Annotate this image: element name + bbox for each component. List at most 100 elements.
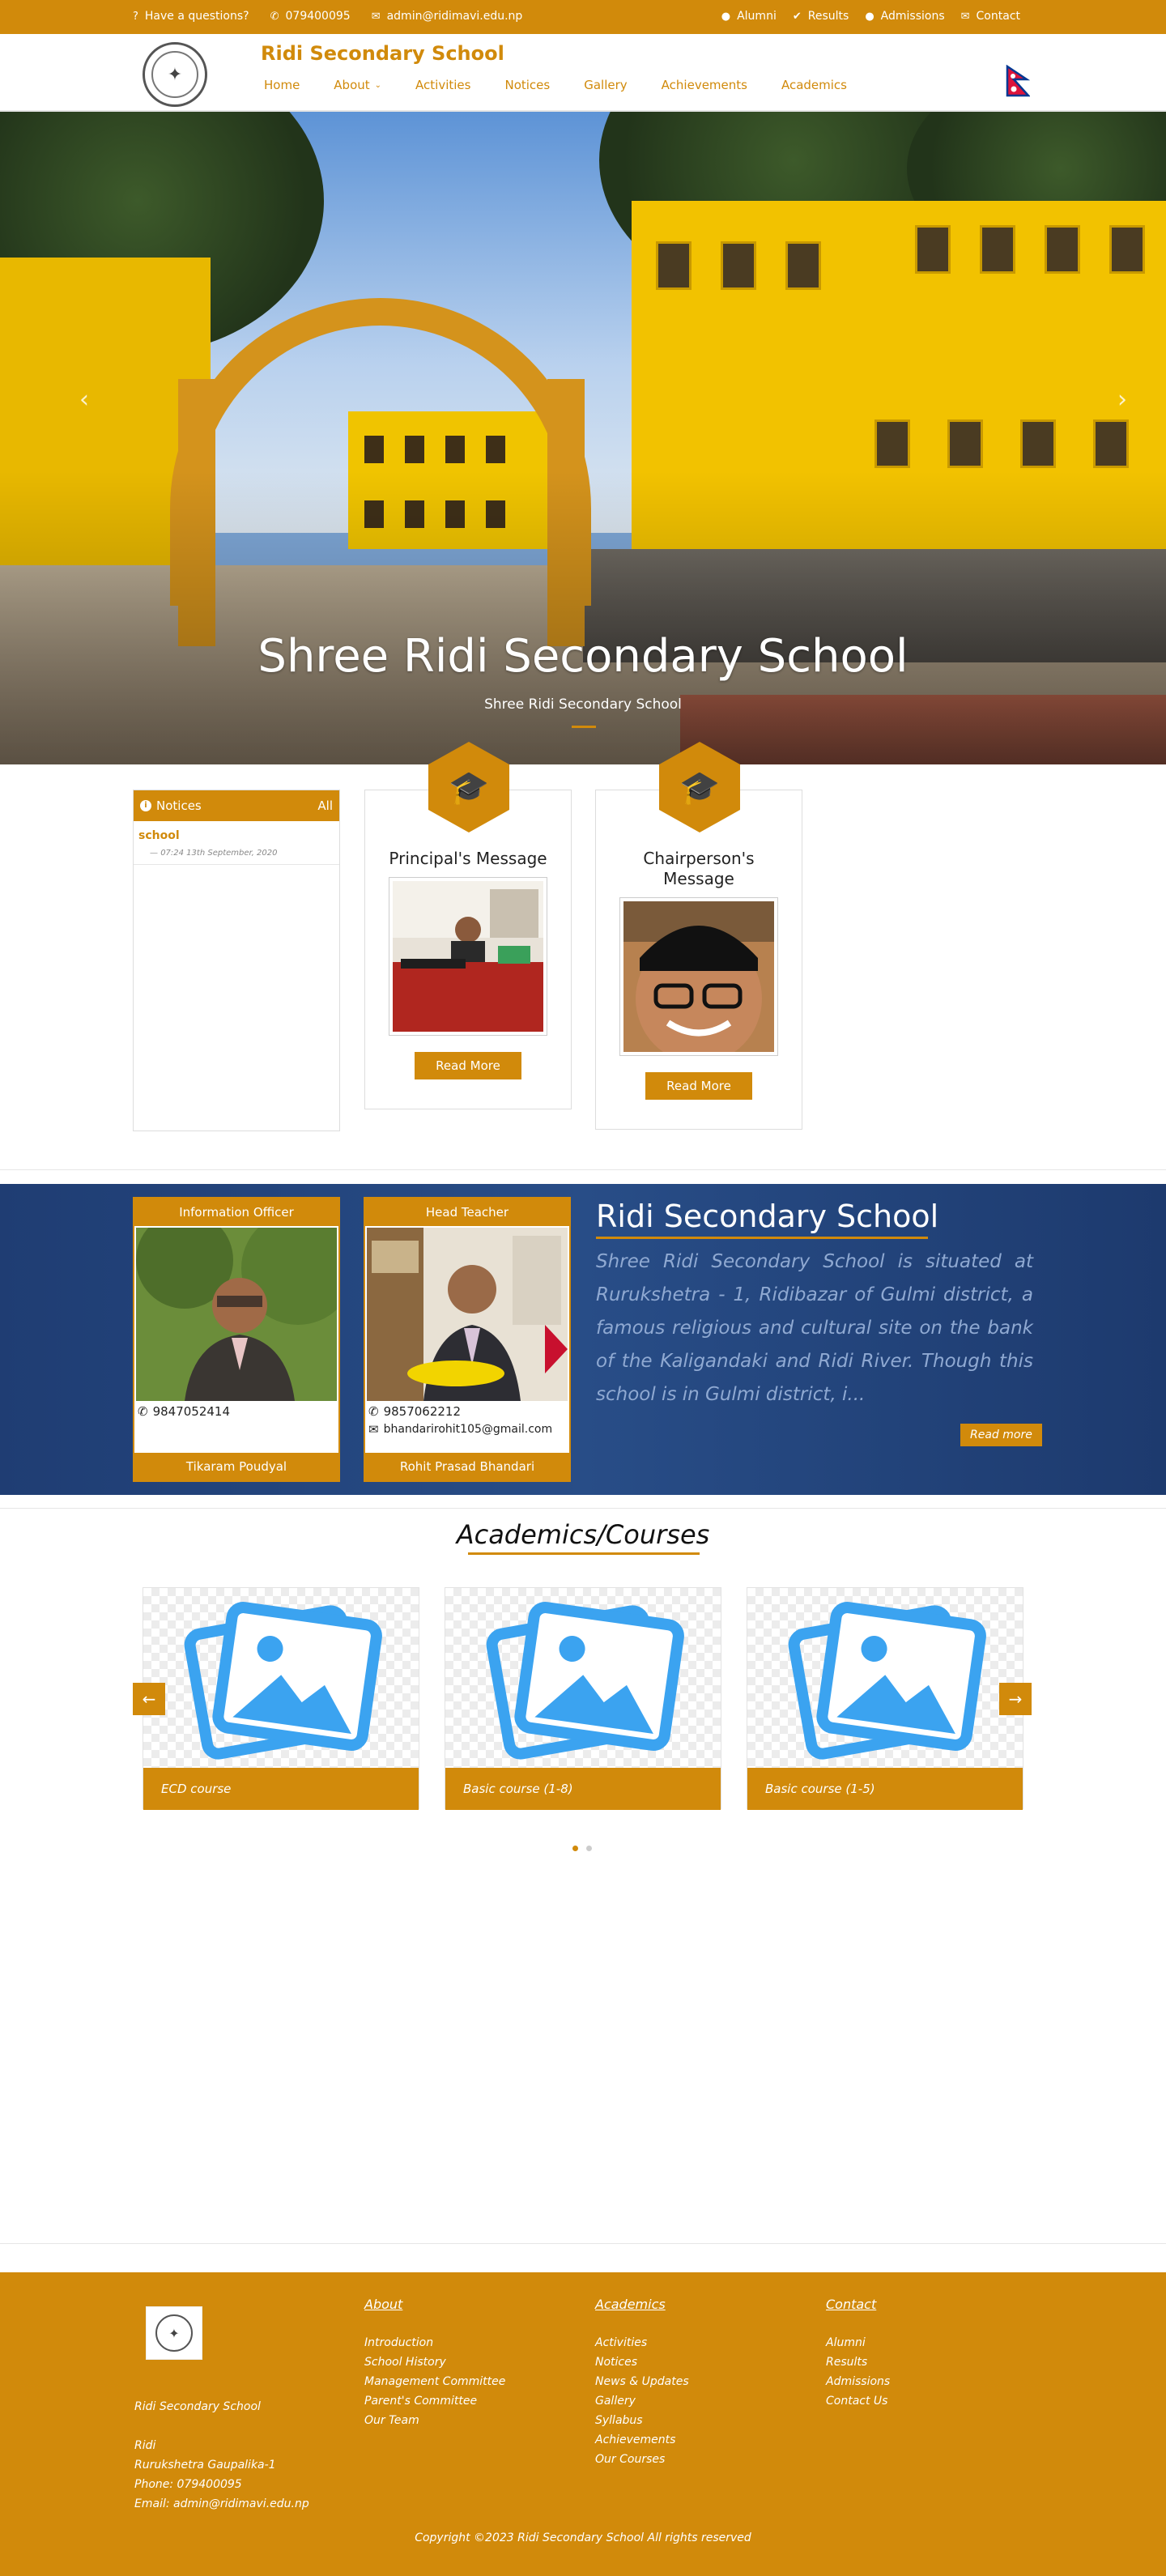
about-title: Ridi Secondary School [596,1199,939,1234]
footer-link[interactable]: Parent's Committee [364,2391,505,2411]
principal-message-card: 🎓 Principal's Message Read More [364,742,572,1109]
phone-item[interactable]: ✆ 079400095 [270,10,351,23]
footer-address-line: Phone: 079400095 [134,2478,242,2491]
course-card[interactable]: Basic course (1-5) [747,1587,1023,1810]
check-icon: ✔ [792,10,802,23]
footer-link[interactable]: Gallery [595,2391,689,2411]
nav-activities[interactable]: Activities [415,78,470,92]
footer-link[interactable]: Our Courses [595,2450,689,2469]
nav-label: Achievements [661,78,747,92]
notice-heading: Notices [156,798,202,813]
nav-achievements[interactable]: Achievements [662,78,747,92]
nav-label: Notices [504,78,551,92]
nav-academics[interactable]: Academics [781,78,847,92]
topbar-link-results[interactable]: ✔ Results [793,10,849,23]
course-title: ECD course [143,1768,419,1810]
question-item: ? Have a questions? [133,10,249,23]
footer-about-column: About Introduction School History Manage… [364,2297,505,2430]
chevron-left-icon[interactable]: ‹ [79,385,89,414]
carousel-prev-button[interactable]: ← [133,1683,165,1715]
footer-address-line: Email: admin@ridimavi.edu.np [134,2497,309,2510]
envelope-icon: ✉ [368,1422,379,1437]
notice-title[interactable]: school [138,829,334,842]
topbar-link-admissions[interactable]: ● Admissions [865,10,944,23]
footer-heading: About [364,2297,403,2312]
footer-address: Ridi Secondary School Ridi Rurukshetra G… [134,2397,309,2514]
notice-all-link[interactable]: All [317,798,333,813]
footer-link[interactable]: Alumni [826,2333,890,2352]
footer-link[interactable]: Achievements [595,2430,689,2450]
staff-phone[interactable]: ✆ 9857062212 [365,1401,569,1419]
nav-notices[interactable]: Notices [504,78,550,92]
course-card[interactable]: ECD course [143,1587,419,1810]
footer-academics-column: Academics Activities Notices News & Upda… [595,2297,689,2469]
footer-link[interactable]: Contact Us [826,2391,890,2411]
email-text: admin@ridimavi.edu.np [386,10,523,23]
carousel-next-button[interactable]: → [999,1683,1032,1715]
staff-name: Tikaram Poudyal [134,1453,338,1480]
nav-about[interactable]: About ⌄ [334,78,381,92]
footer-link[interactable]: Activities [595,2333,689,2352]
nav-label: About [334,78,370,92]
staff-photo [367,1228,568,1401]
course-image-placeholder [747,1588,1023,1768]
principal-photo-image [393,881,543,1032]
nav-label: Home [264,78,300,92]
footer-link[interactable]: School History [364,2352,505,2372]
about-title-underline [596,1237,928,1239]
course-title: Basic course (1-5) [747,1768,1023,1810]
notice-date-text: 07:24 13th September, 2020 [160,849,278,858]
course-title: Basic course (1-8) [445,1768,721,1810]
staff-phone[interactable]: ✆ 9847052414 [134,1401,338,1419]
staff-phone-text: 9857062212 [383,1404,462,1419]
topbar-link-contact[interactable]: ✉ Contact [961,10,1020,23]
staff-role: Information Officer [134,1199,338,1226]
about-read-more-button[interactable]: Read more [960,1424,1042,1446]
footer-logo[interactable]: ✦ [146,2306,202,2360]
footer-contact-column: Contact Alumni Results Admissions Contac… [826,2297,890,2411]
nav-home[interactable]: Home [264,78,300,92]
nav-label: Academics [781,78,847,92]
staff-card-head-teacher: Head Teacher ✆ 9857062212 ✉ bhandarirohit1… [364,1197,571,1482]
notice-board: i Notices All school — 07:24 13th Septemb… [133,790,340,1131]
footer-link[interactable]: Introduction [364,2333,505,2352]
email-item[interactable]: ✉ admin@ridimavi.edu.np [372,10,523,23]
chairperson-read-more-button[interactable]: Read More [645,1072,752,1100]
chevron-right-icon[interactable]: › [1117,385,1127,414]
topbar-link-label: Admissions [880,10,945,23]
hero-title: Shree Ridi Secondary School [257,630,909,683]
emblem-icon: ✦ [151,51,198,98]
principal-read-more-button[interactable]: Read More [415,1052,521,1079]
nepal-flag-icon [1006,65,1030,97]
info-icon: i [140,800,151,811]
school-logo[interactable]: ✦ [143,42,207,107]
footer-link[interactable]: Admissions [826,2372,890,2391]
footer-link[interactable]: News & Updates [595,2372,689,2391]
topbar-link-label: Contact [976,10,1020,23]
course-card[interactable]: Basic course (1-8) [445,1587,721,1810]
footer-link[interactable]: Results [826,2352,890,2372]
footer-link[interactable]: Our Team [364,2411,505,2430]
staff-email[interactable]: ✉ bhandarirohit105@gmail.com [365,1419,569,1437]
question-icon: ? [133,10,138,23]
emblem-icon: ✦ [155,2314,193,2352]
staff-card-information-officer: Information Officer ✆ 9847052414 Tikaram … [133,1197,355,1482]
notice-header: i Notices All [134,790,339,821]
notice-item[interactable]: school — 07:24 13th September, 2020 [134,821,339,865]
staff-role: Head Teacher [365,1199,569,1226]
brand-title[interactable]: Ridi Secondary School [261,42,504,65]
carousel-dot-active[interactable] [572,1846,578,1851]
chairperson-message-card: 🎓 Chairperson's Message Read More [595,742,802,1130]
carousel-dot[interactable] [586,1846,592,1851]
arrow-left-icon: ← [142,1689,156,1709]
footer-link[interactable]: Notices [595,2352,689,2372]
topbar-link-alumni[interactable]: ● Alumni [721,10,777,23]
nav-gallery[interactable]: Gallery [584,78,627,92]
staff-email-text: bhandarirohit105@gmail.com [383,1423,553,1436]
footer-link[interactable]: Management Committee [364,2372,505,2391]
phone-icon: ✆ [270,10,279,23]
footer-link[interactable]: Syllabus [595,2411,689,2430]
envelope-icon: ✉ [960,10,970,23]
course-image-placeholder [445,1588,721,1768]
phone-icon: ✆ [138,1404,148,1419]
